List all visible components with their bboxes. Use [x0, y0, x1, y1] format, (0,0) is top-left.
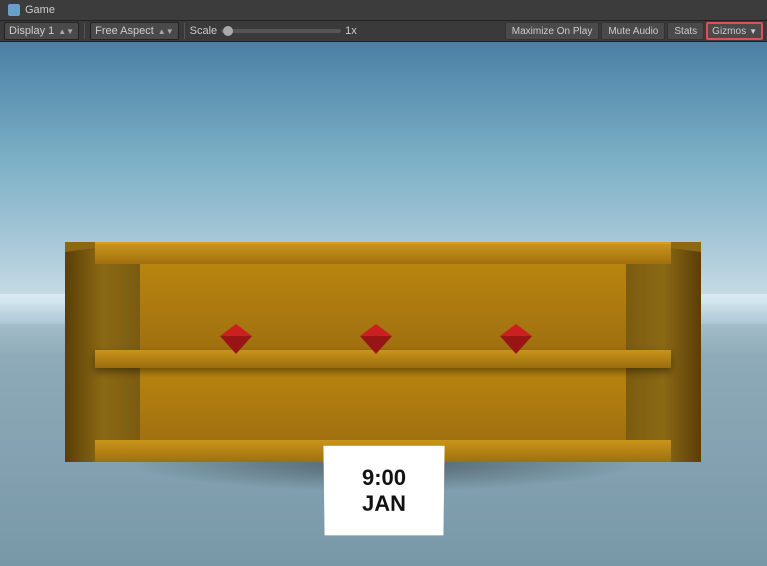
shelf: [65, 242, 701, 462]
gem-1-top: [220, 324, 252, 336]
scale-thumb: [223, 26, 233, 36]
shelf-inner-bottom: [95, 368, 671, 442]
aspect-arrow-icon: ▲▼: [158, 27, 174, 36]
clock-sign: 9:00 JAN: [323, 446, 444, 536]
aspect-label: Free Aspect: [95, 25, 154, 37]
gem-1: [220, 324, 252, 354]
gizmos-button[interactable]: Gizmos ▼: [706, 22, 763, 40]
aspect-dropdown[interactable]: Free Aspect ▲▼: [90, 22, 179, 40]
gem-1-bottom: [220, 336, 252, 354]
gem-3-bottom: [500, 336, 532, 354]
gizmos-arrow-icon: ▼: [749, 27, 757, 36]
display-label: Display 1: [9, 25, 54, 37]
mute-label: Mute Audio: [608, 26, 658, 37]
stats-button[interactable]: Stats: [667, 22, 704, 40]
toolbar: Display 1 ▲▼ Free Aspect ▲▼ Scale 1x Max…: [0, 20, 767, 42]
clock-month: JAN: [361, 491, 405, 517]
scale-slider[interactable]: [221, 29, 341, 33]
scale-value: 1x: [345, 25, 357, 37]
game-viewport: 9:00 JAN: [0, 42, 767, 566]
gizmos-label: Gizmos: [712, 26, 746, 37]
maximize-button[interactable]: Maximize On Play: [505, 22, 600, 40]
gem-3: [500, 324, 532, 354]
game-icon: [8, 4, 20, 16]
gem-3-top: [500, 324, 532, 336]
scale-container: Scale 1x: [190, 25, 357, 37]
maximize-label: Maximize On Play: [512, 26, 593, 37]
shelf-top-board: [95, 242, 671, 264]
display-arrow-icon: ▲▼: [58, 27, 74, 36]
clock-time: 9:00: [361, 465, 405, 491]
gem-2-top: [360, 324, 392, 336]
sep-2: [184, 23, 185, 39]
scale-label: Scale: [190, 25, 218, 37]
sep-1: [84, 23, 85, 39]
display-dropdown[interactable]: Display 1 ▲▼: [4, 22, 79, 40]
title-bar-label: Game: [25, 4, 55, 16]
gem-2-bottom: [360, 336, 392, 354]
stats-label: Stats: [674, 26, 697, 37]
title-bar: Game: [0, 0, 767, 20]
mute-button[interactable]: Mute Audio: [601, 22, 665, 40]
gem-2: [360, 324, 392, 354]
